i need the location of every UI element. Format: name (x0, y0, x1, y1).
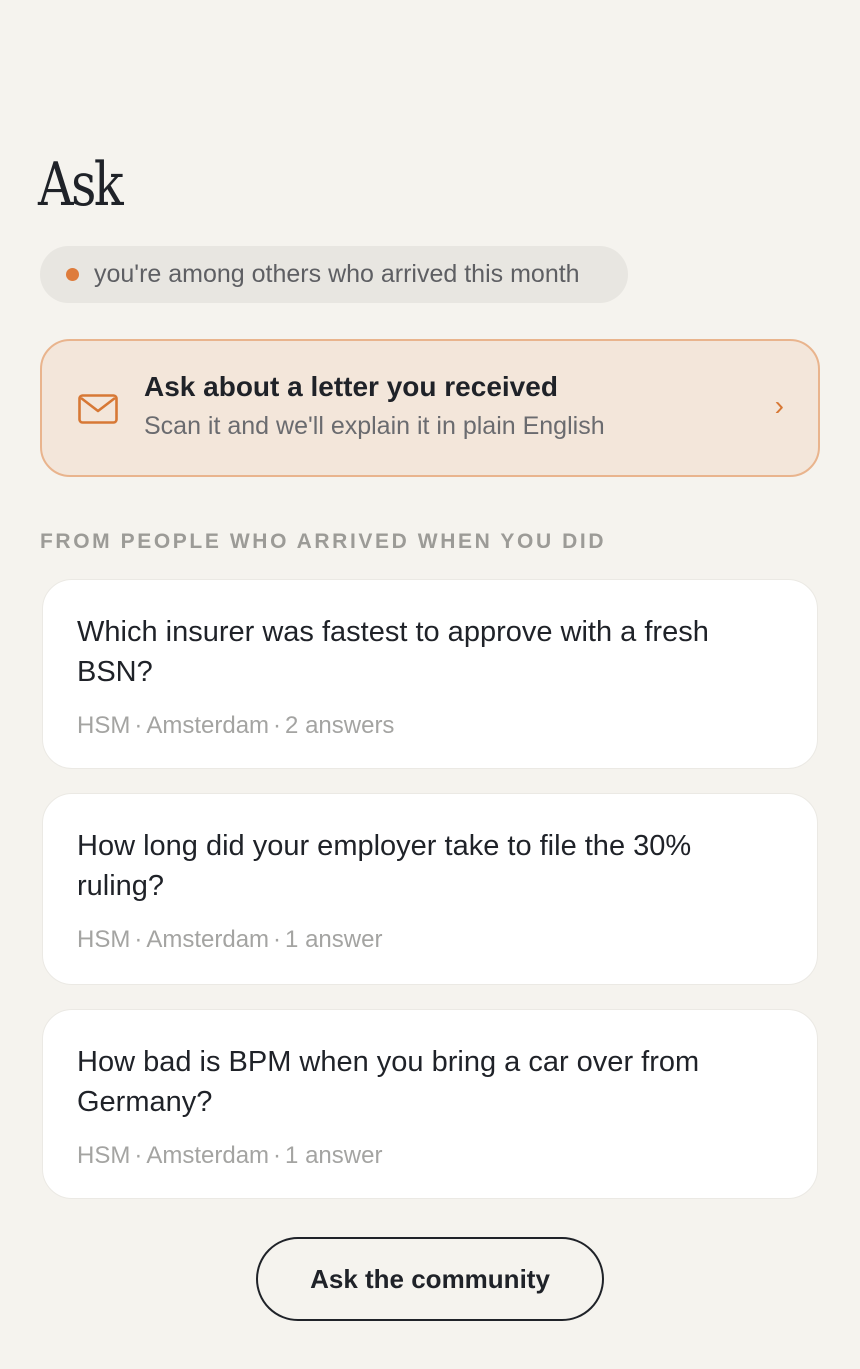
question-text: How long did your employer take to file … (77, 830, 692, 902)
meta-separator: · (273, 712, 282, 739)
question-answer-count: 1 answer (285, 1142, 383, 1169)
question-card[interactable]: How bad is BPM when you bring a car over… (42, 1009, 818, 1199)
ask-letter-card[interactable]: Ask about a letter you received Scan it … (40, 339, 820, 477)
meta-separator: · (134, 712, 143, 739)
question-author: HSM (77, 926, 131, 953)
ask-screen: Ask you're among others who arrived this… (0, 0, 860, 1369)
question-author: HSM (77, 712, 131, 739)
question-city: Amsterdam (146, 1142, 270, 1169)
meta-separator: · (273, 926, 282, 953)
question-text: How bad is BPM when you bring a car over… (77, 1046, 700, 1118)
question-author: HSM (77, 1142, 131, 1169)
page-title: Ask (38, 150, 124, 220)
question-city: Amsterdam (146, 926, 270, 953)
question-answer-count: 1 answer (285, 926, 383, 953)
question-meta: HSM · Amsterdam · 1 answer (77, 1142, 783, 1170)
meta-separator: · (134, 926, 143, 953)
question-meta: HSM · Amsterdam · 2 answers (77, 712, 783, 740)
letter-card-subtitle: Scan it and we'll explain it in plain En… (144, 412, 605, 440)
question-card[interactable]: Which insurer was fastest to approve wit… (42, 579, 818, 769)
cohort-badge: you're among others who arrived this mon… (40, 246, 628, 303)
cohort-text: you're among others who arrived this mon… (94, 260, 580, 288)
meta-separator: · (273, 1142, 282, 1169)
question-answer-count: 2 answers (285, 712, 395, 739)
question-card[interactable]: How long did your employer take to file … (42, 793, 818, 985)
chevron-right-icon: › (774, 390, 784, 421)
meta-separator: · (134, 1142, 143, 1169)
status-dot (66, 268, 79, 281)
question-meta: HSM · Amsterdam · 1 answer (77, 926, 783, 954)
section-heading: FROM PEOPLE WHO ARRIVED WHEN YOU DID (40, 530, 607, 553)
letter-card-title: Ask about a letter you received (144, 371, 558, 402)
envelope-icon (78, 394, 118, 424)
question-city: Amsterdam (146, 712, 270, 739)
ask-community-button[interactable]: Ask the community (256, 1237, 604, 1321)
question-text: Which insurer was fastest to approve wit… (77, 616, 709, 688)
